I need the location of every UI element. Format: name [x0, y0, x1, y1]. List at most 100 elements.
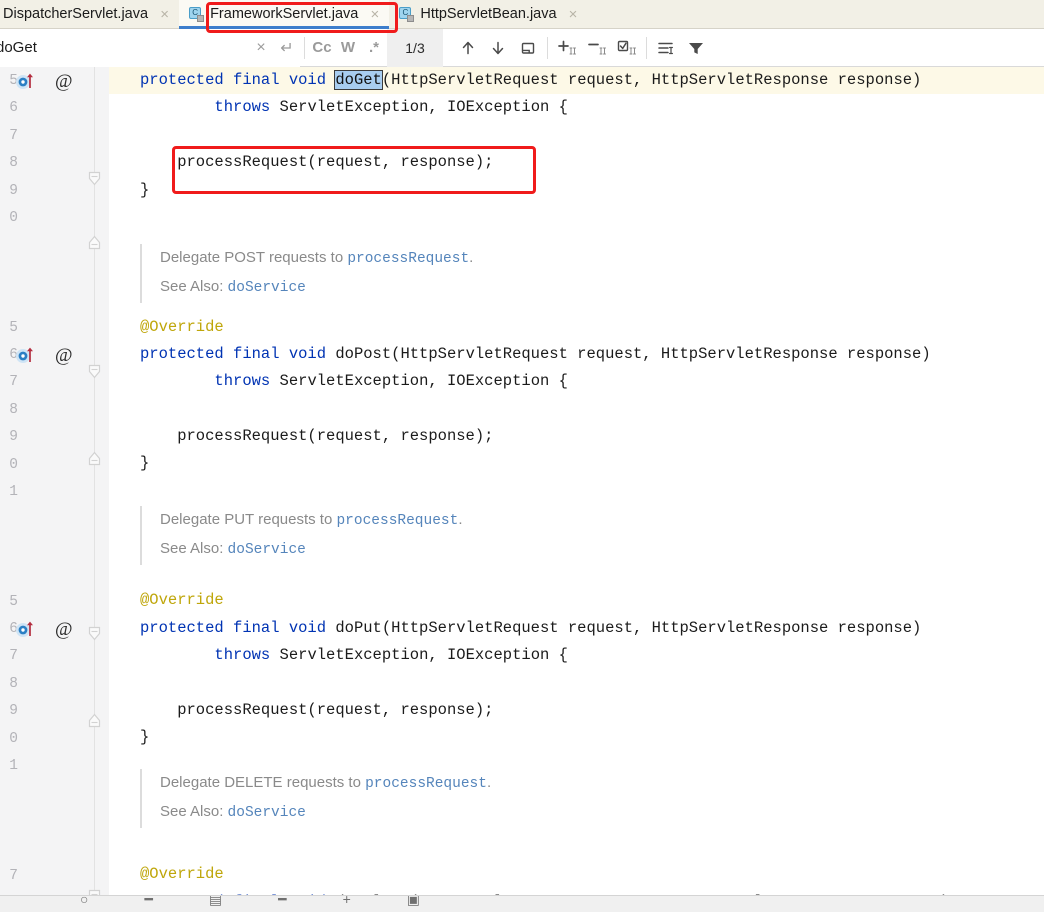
overriding-method-marker-icon[interactable] [14, 342, 40, 369]
code-line[interactable]: processRequest(request, response); [109, 149, 1044, 176]
regex-toggle[interactable]: .* [361, 39, 387, 56]
code-line[interactable]: throws ServletException, IOException { [109, 642, 1044, 669]
code-line[interactable]: @Override [109, 314, 1044, 341]
javadoc-code-reference[interactable]: processRequest [365, 776, 487, 792]
code-line[interactable]: } [109, 177, 1044, 204]
javadoc-text: Delegate PUT requests to [160, 511, 337, 528]
annotation-gutter-icon[interactable]: @ [55, 342, 81, 369]
fold-collapse-icon[interactable] [88, 171, 101, 186]
toolbar-divider-2 [547, 36, 548, 59]
code-token: doPost(HttpServletRequest request, HttpS… [335, 344, 931, 363]
select-all-occurrences-icon[interactable] [612, 33, 642, 63]
code-line[interactable]: protected final void doGet(HttpServletRe… [109, 67, 1044, 94]
fold-collapse-icon[interactable] [88, 364, 101, 379]
clear-search-icon[interactable]: × [248, 39, 274, 57]
code-line[interactable]: @Override [109, 587, 1044, 614]
whole-words-toggle[interactable]: W [335, 39, 361, 56]
javadoc-line: See Also: doService [160, 535, 462, 564]
search-history-icon[interactable]: ↵ [274, 38, 300, 58]
javadoc-text: . [469, 249, 474, 266]
line-number: 0 [9, 210, 18, 226]
code-line[interactable]: } [109, 724, 1044, 751]
javadoc-text: Delegate DELETE requests to [160, 774, 366, 791]
code-line[interactable]: throws ServletException, IOException { [109, 368, 1044, 395]
code-token: @Override [140, 317, 224, 336]
javadoc-text: See Also: [160, 278, 228, 296]
editor-tab-0[interactable]: CDispatcherServlet.java× [0, 0, 180, 28]
code-text-area[interactable]: protected final void doGet(HttpServletRe… [109, 67, 1044, 895]
code-token: doPut(HttpServletRequest request, HttpSe… [335, 618, 922, 637]
javadoc-code-reference[interactable]: processRequest [336, 513, 458, 529]
code-line[interactable] [109, 670, 1044, 697]
javadoc-text: See Also: [160, 803, 228, 821]
editor-tab-2[interactable]: C HttpServletBean.java × [389, 0, 588, 28]
editor-tab-1[interactable]: C FrameworkServlet.java × [179, 0, 390, 29]
line-number: 7 [9, 127, 18, 144]
code-line[interactable] [109, 396, 1044, 423]
overriding-method-marker-icon[interactable] [14, 68, 40, 95]
code-token: protected [140, 344, 234, 363]
code-line[interactable]: @Override [109, 861, 1044, 888]
code-token: void [288, 618, 336, 637]
previous-occurrence-button[interactable] [453, 33, 483, 63]
fold-guide-line [94, 67, 95, 895]
javadoc-code-reference[interactable]: processRequest [347, 251, 469, 267]
editor-tab-bar: C DispatcherServlet.java × C FrameworkServle… [0, 0, 1044, 29]
fold-expand-icon[interactable] [88, 451, 101, 466]
close-tab-icon[interactable]: × [158, 7, 171, 22]
code-token: (HttpServletRequest request, HttpServlet… [381, 71, 922, 89]
annotation-gutter-icon[interactable]: @ [55, 68, 81, 95]
fold-collapse-icon[interactable] [88, 626, 101, 641]
bottom-toolbar-strip[interactable]: ○ ━ ▤ ━ + ▣ [0, 895, 1044, 912]
javadoc-code-reference[interactable]: doService [228, 542, 306, 558]
next-occurrence-button[interactable] [483, 33, 513, 63]
bottom-icon-1[interactable]: ○ [80, 896, 88, 906]
add-occurrence-icon[interactable] [552, 33, 582, 63]
code-line[interactable]: protected final void doPost(HttpServletR… [109, 341, 1044, 368]
bottom-icon-6[interactable]: ▣ [407, 896, 420, 906]
line-number: 8 [9, 675, 18, 692]
code-line[interactable] [109, 478, 1044, 505]
code-token: } [140, 728, 150, 747]
code-line[interactable] [109, 122, 1044, 149]
editor-gutter[interactable]: 56789056789015678901789 @@@@ [0, 67, 109, 895]
search-input[interactable] [0, 38, 248, 57]
bottom-icon-5[interactable]: + [343, 896, 351, 906]
new-line-icon[interactable] [651, 33, 681, 63]
editor-tab-label: DispatcherServlet.java [3, 5, 149, 22]
annotation-gutter-icon[interactable]: @ [55, 616, 81, 643]
bottom-icon-2[interactable]: ━ [144, 896, 152, 906]
search-field-wrapper[interactable]: × ↵ [0, 28, 300, 67]
fold-expand-icon[interactable] [88, 713, 101, 728]
javadoc-code-reference[interactable]: doService [228, 280, 306, 296]
code-token: ServletException, IOException { [279, 646, 568, 665]
code-line[interactable] [109, 834, 1044, 861]
code-line[interactable]: processRequest(request, response); [109, 423, 1044, 450]
bottom-icon-4[interactable]: ━ [278, 896, 286, 906]
fold-expand-icon[interactable] [88, 235, 101, 250]
close-tab-icon[interactable]: × [567, 7, 580, 22]
code-line[interactable]: } [109, 450, 1044, 477]
code-line[interactable]: processRequest(request, response); [109, 697, 1044, 724]
javadoc-block: Delegate PUT requests to processRequest.… [140, 506, 462, 565]
match-case-toggle[interactable]: Cc [309, 39, 335, 56]
code-line[interactable]: throws ServletException, IOException { [109, 94, 1044, 121]
filter-icon[interactable] [681, 33, 711, 63]
bottom-icon-3[interactable]: ▤ [209, 896, 222, 906]
toolbar-divider-3 [646, 36, 647, 59]
code-line[interactable] [109, 204, 1044, 231]
overriding-method-marker-icon[interactable] [14, 616, 40, 643]
find-toolbar: × ↵ Cc W .* 1/3 [0, 28, 1044, 67]
javadoc-line: Delegate DELETE requests to processReque… [160, 769, 491, 798]
code-folding-column[interactable] [88, 67, 102, 895]
code-editor[interactable]: 56789056789015678901789 @@@@ [0, 67, 1044, 895]
line-number: 7 [9, 648, 18, 665]
code-line[interactable]: protected final void doPut(HttpServletRe… [109, 615, 1044, 642]
remove-occurrence-icon[interactable] [582, 33, 612, 63]
line-number: 1 [9, 758, 18, 774]
javadoc-code-reference[interactable]: doService [228, 805, 306, 821]
javadoc-line: Delegate PUT requests to processRequest. [160, 506, 462, 535]
open-in-find-window-icon[interactable] [513, 33, 543, 63]
close-tab-icon[interactable]: × [368, 7, 381, 22]
code-token: @Override [140, 865, 224, 884]
